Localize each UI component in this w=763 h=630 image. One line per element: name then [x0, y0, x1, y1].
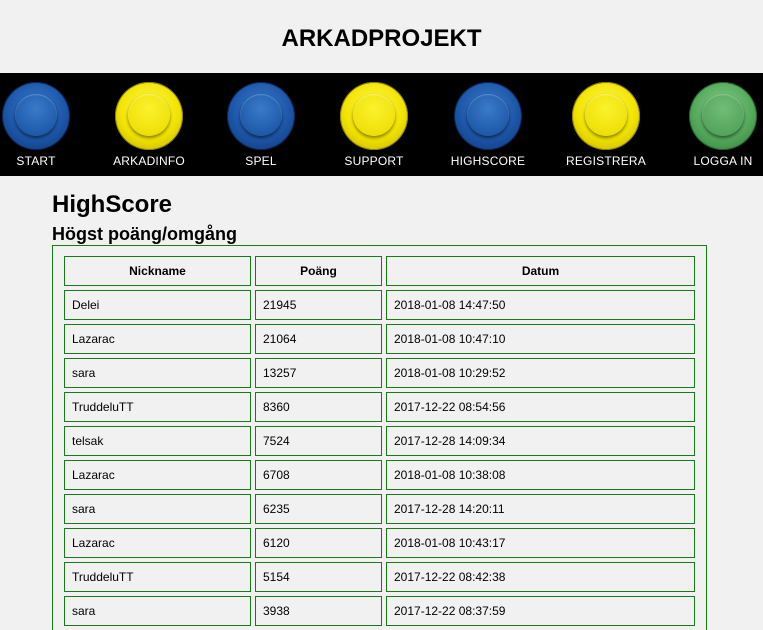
cell-points: 6235	[255, 494, 382, 524]
nav-item-start[interactable]: START	[0, 73, 91, 176]
cell-date: 2018-01-08 10:38:08	[386, 460, 695, 490]
column-header-date: Datum	[386, 256, 695, 286]
cell-date: 2017-12-28 14:20:11	[386, 494, 695, 524]
cell-nickname: sara	[64, 494, 251, 524]
cell-points: 3938	[255, 596, 382, 626]
cell-points: 5154	[255, 562, 382, 592]
arcade-button-icon	[572, 82, 640, 150]
cell-nickname: Delei	[64, 290, 251, 320]
page-title: HighScore	[52, 191, 173, 218]
cell-nickname: sara	[64, 358, 251, 388]
cell-date: 2018-01-08 10:29:52	[386, 358, 695, 388]
table-row: sara 13257 2018-01-08 10:29:52	[64, 358, 695, 388]
nav-item-support[interactable]: SUPPORT	[319, 73, 429, 176]
arcade-button-icon	[227, 82, 295, 150]
cell-points: 6120	[255, 528, 382, 558]
table-header-row: Nickname Poäng Datum	[64, 256, 695, 286]
cell-date: 2017-12-28 14:09:34	[386, 426, 695, 456]
table-row: Delei 21945 2018-01-08 14:47:50	[64, 290, 695, 320]
cell-points: 8360	[255, 392, 382, 422]
site-title: ARKADPROJEKT	[281, 25, 482, 52]
cell-points: 13257	[255, 358, 382, 388]
table-row: telsak 7524 2017-12-28 14:09:34	[64, 426, 695, 456]
cell-nickname: Lazarac	[64, 528, 251, 558]
table-row: Lazarac 21064 2018-01-08 10:47:10	[64, 324, 695, 354]
cell-date: 2017-12-22 08:37:59	[386, 596, 695, 626]
nav-item-label: SPEL	[245, 154, 277, 168]
arcade-button-icon	[2, 82, 70, 150]
cell-date: 2018-01-08 10:47:10	[386, 324, 695, 354]
nav-item-label: LOGGA IN	[693, 154, 753, 168]
nav-item-registrera[interactable]: REGISTRERA	[551, 73, 661, 176]
nav-item-label: HIGHSCORE	[450, 154, 526, 168]
table-row: TruddeluTT 8360 2017-12-22 08:54:56	[64, 392, 695, 422]
cell-date: 2018-01-08 10:43:17	[386, 528, 695, 558]
table-row: Lazarac 6708 2018-01-08 10:38:08	[64, 460, 695, 490]
cell-date: 2018-01-08 14:47:50	[386, 290, 695, 320]
cell-nickname: sara	[64, 596, 251, 626]
cell-points: 21064	[255, 324, 382, 354]
column-header-points: Poäng	[255, 256, 382, 286]
cell-nickname: Lazarac	[64, 460, 251, 490]
nav-item-arkadinfo[interactable]: ARKADINFO	[94, 73, 204, 176]
cell-date: 2017-12-22 08:42:38	[386, 562, 695, 592]
highscore-table: Nickname Poäng Datum Delei 21945 2018-01…	[52, 245, 707, 630]
nav-item-label: REGISTRERA	[565, 154, 646, 168]
cell-nickname: TruddeluTT	[64, 562, 251, 592]
page-subtitle: Högst poäng/omgång	[52, 224, 237, 244]
cell-points: 6708	[255, 460, 382, 490]
arcade-button-icon	[340, 82, 408, 150]
table-row: sara 3938 2017-12-22 08:37:59	[64, 596, 695, 626]
arcade-button-icon	[115, 82, 183, 150]
nav-item-label: SUPPORT	[344, 154, 404, 168]
table-row: Lazarac 6120 2018-01-08 10:43:17	[64, 528, 695, 558]
cell-nickname: telsak	[64, 426, 251, 456]
cell-nickname: TruddeluTT	[64, 392, 251, 422]
table-row: sara 6235 2017-12-28 14:20:11	[64, 494, 695, 524]
nav-item-logga-in[interactable]: LOGGA IN	[668, 73, 763, 176]
nav-item-highscore[interactable]: HIGHSCORE	[433, 73, 543, 176]
table-row: TruddeluTT 5154 2017-12-22 08:42:38	[64, 562, 695, 592]
cell-points: 21945	[255, 290, 382, 320]
cell-nickname: Lazarac	[64, 324, 251, 354]
nav-item-spel[interactable]: SPEL	[206, 73, 316, 176]
main-nav: START ARKADINFO SPEL SUPPORT HIGHSCORE R…	[0, 73, 763, 176]
nav-item-label: ARKADINFO	[113, 154, 185, 168]
nav-item-label: START	[16, 154, 56, 168]
cell-points: 7524	[255, 426, 382, 456]
arcade-button-icon	[454, 82, 522, 150]
cell-date: 2017-12-22 08:54:56	[386, 392, 695, 422]
arcade-button-icon	[689, 82, 757, 150]
column-header-nickname: Nickname	[64, 256, 251, 286]
